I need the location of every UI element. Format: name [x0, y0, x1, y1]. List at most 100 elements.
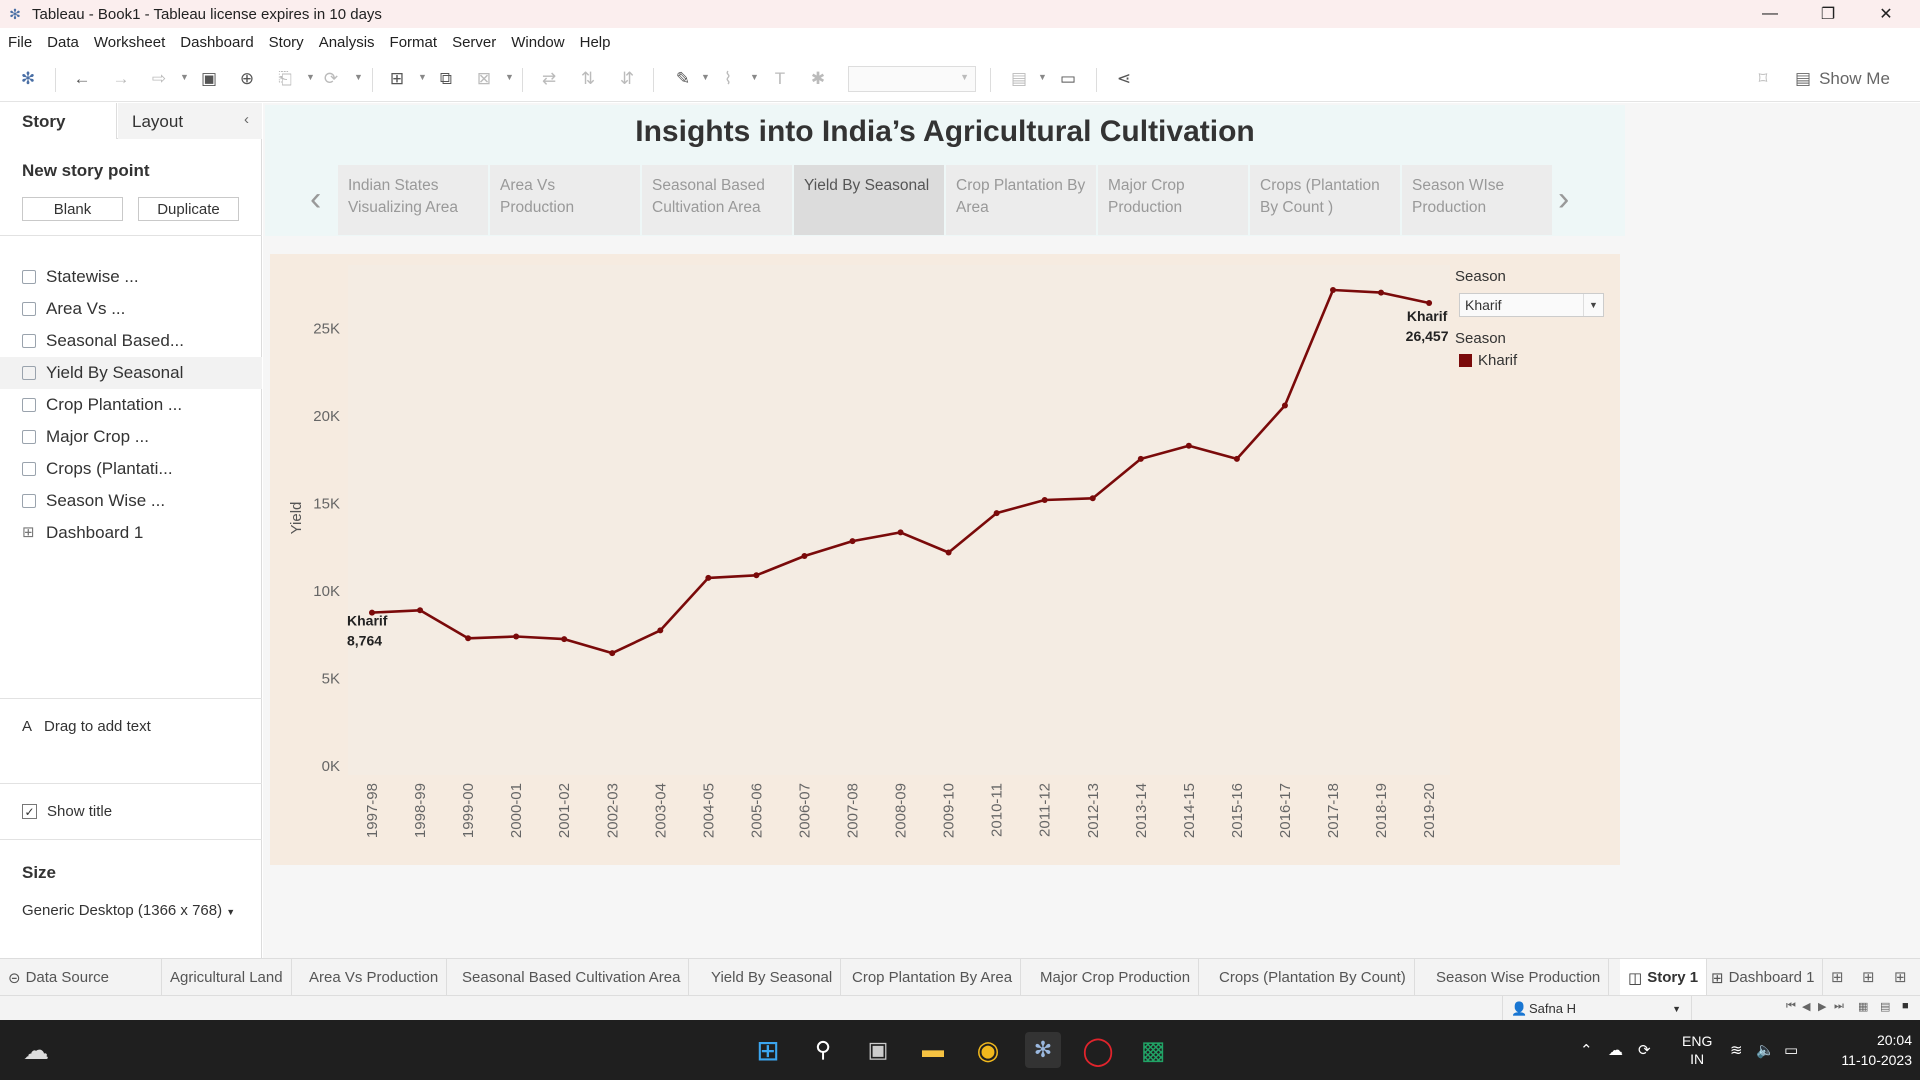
new-story-icon[interactable]: ⊞ — [1894, 968, 1907, 986]
y-tick-label: 20K — [313, 408, 340, 425]
opera-icon[interactable]: ◯ — [1080, 1032, 1116, 1068]
dashboard-tab[interactable]: ⊞ Dashboard 1 — [1703, 959, 1824, 996]
next-sheet-icon[interactable]: ▶ — [1818, 1000, 1826, 1013]
user-account-dropdown[interactable]: 👤 Safna H ▼ — [1502, 996, 1692, 1021]
data-point — [1281, 402, 1288, 409]
data-point — [1378, 289, 1385, 296]
x-tick-label: 2000-01 — [508, 783, 525, 838]
search-icon[interactable]: ⚲ — [805, 1032, 841, 1068]
yield-line-chart: 0K 5K 10K 15K 20K 25K Yield 1997-98 1998-99 1999-… — [288, 287, 1449, 838]
x-tick-label: 2003-04 — [652, 783, 669, 838]
user-name: Safna H — [1529, 1001, 1576, 1016]
tabs-view-icon[interactable]: ■ — [1902, 1000, 1909, 1012]
season-filter-value: Kharif — [1465, 297, 1502, 313]
sheet-tab[interactable]: Seasonal Based Cultivation Area — [454, 959, 690, 996]
story-tab[interactable]: ◫ Story 1 — [1620, 959, 1708, 996]
y-tick-label: 5K — [322, 671, 340, 688]
data-point — [513, 633, 520, 640]
data-point — [609, 650, 616, 657]
legend-swatch — [1459, 354, 1472, 367]
data-point — [753, 572, 760, 579]
x-tick-label: 2010-11 — [989, 783, 1006, 837]
sheet-tab[interactable]: Season Wise Production — [1428, 959, 1610, 996]
excel-icon[interactable]: ▩ — [1135, 1032, 1171, 1068]
filmstrip-icon[interactable]: ▤ — [1880, 1000, 1890, 1013]
battery-icon[interactable]: ▭ — [1784, 1020, 1798, 1080]
status-bar: 👤 Safna H ▼ ⏮ ◀ ▶ ⏭ ▦ ▤ ■ — [0, 995, 1920, 1021]
x-tick-label: 2006-07 — [796, 783, 813, 838]
previous-sheet-icon[interactable]: ◀ — [1802, 1000, 1810, 1013]
x-tick-label: 2018-19 — [1373, 783, 1390, 838]
new-dashboard-icon[interactable]: ⊞ — [1862, 968, 1875, 986]
last-sheet-icon[interactable]: ⏭ — [1834, 1000, 1844, 1013]
x-tick-label: 2017-18 — [1325, 783, 1342, 838]
file-explorer-icon[interactable]: ▬ — [915, 1032, 951, 1068]
story-icon: ◫ — [1628, 969, 1643, 987]
y-tick-label: 25K — [313, 321, 340, 338]
x-tick-label: 1999-00 — [460, 783, 477, 838]
x-tick-label: 1997-98 — [364, 783, 381, 838]
sheet-tab[interactable]: Crops (Plantation By Count) — [1211, 959, 1415, 996]
clock[interactable]: 20:04 11-10-2023 — [1820, 1030, 1912, 1070]
story-tab-label: Story 1 — [1647, 969, 1699, 986]
season-filter-dropdown[interactable]: Kharif ▼ — [1459, 293, 1604, 317]
data-point — [1089, 495, 1096, 502]
series-line-kharif — [371, 288, 1430, 655]
new-worksheet-icon[interactable]: ⊞ — [1831, 968, 1844, 986]
weather-icon[interactable]: ☁ — [18, 1032, 54, 1068]
data-source-tab[interactable]: ⊝ Data Source — [0, 959, 162, 996]
y-tick-label: 10K — [313, 583, 340, 600]
data-point — [945, 549, 952, 556]
data-point — [417, 607, 424, 614]
legend-item[interactable]: Kharif — [1459, 352, 1517, 369]
task-view-icon[interactable]: ▣ — [860, 1032, 896, 1068]
data-point — [1041, 497, 1048, 503]
wifi-icon[interactable]: ≋ — [1730, 1020, 1743, 1080]
season-filter-title: Season — [1455, 268, 1506, 285]
x-tick-label: 1998-99 — [412, 783, 429, 838]
x-tick-label: 2019-20 — [1421, 783, 1438, 838]
sync-icon[interactable]: ⟳ — [1638, 1020, 1651, 1080]
data-point — [561, 636, 568, 643]
x-tick-label: 2002-03 — [604, 783, 621, 838]
color-legend-title: Season — [1455, 330, 1506, 347]
region: IN — [1690, 1051, 1705, 1067]
x-tick-label: 2008-09 — [893, 783, 910, 838]
chrome-icon[interactable]: ◉ — [970, 1032, 1006, 1068]
data-point — [993, 510, 1000, 517]
dashboard-tab-label: Dashboard 1 — [1728, 969, 1815, 986]
sheet-tab[interactable]: Crop Plantation By Area — [844, 959, 1022, 996]
volume-icon[interactable]: 🔈 — [1756, 1020, 1775, 1080]
user-icon: 👤 — [1511, 1000, 1528, 1016]
annotation-series-label: Kharif — [1407, 308, 1448, 324]
x-tick-label: 2001-02 — [556, 783, 573, 838]
x-tick-label: 2009-10 — [941, 783, 958, 838]
first-sheet-icon[interactable]: ⏮ — [1786, 1000, 1796, 1013]
x-tick-label: 2013-14 — [1133, 783, 1150, 838]
sheet-sorter-icon[interactable]: ▦ — [1858, 1000, 1868, 1013]
windows-taskbar: ☁ ⊞ ⚲ ▣ ▬ ◉ ✻ ◯ ▩ ⌃ ☁ ⟳ ENG IN ≋ 🔈 ▭ 20:0… — [0, 1020, 1920, 1080]
sheet-tab[interactable]: Area Vs Production — [301, 959, 448, 996]
sheet-tabs-bar: ⊝ Data Source Agricultural Land Area Vs P… — [0, 958, 1920, 996]
sheet-tab[interactable]: Yield By Seasonal — [703, 959, 842, 996]
x-tick-label: 2014-15 — [1181, 783, 1198, 838]
data-point — [801, 553, 808, 559]
dashboard-icon: ⊞ — [1711, 969, 1724, 987]
sheet-tab[interactable]: Major Crop Production — [1032, 959, 1200, 996]
onedrive-icon[interactable]: ☁ — [1608, 1020, 1623, 1080]
show-hidden-icons-icon[interactable]: ⌃ — [1580, 1020, 1593, 1080]
x-tick-label: 2011-12 — [1037, 783, 1054, 837]
sheet-tab[interactable]: Agricultural Land — [162, 959, 292, 996]
language-indicator[interactable]: ENG IN — [1682, 1020, 1712, 1080]
data-point — [705, 574, 712, 581]
y-tick-label: 0K — [322, 758, 340, 775]
chevron-down-icon: ▼ — [1583, 294, 1603, 316]
data-point — [897, 529, 904, 536]
x-tick-label: 2015-16 — [1229, 783, 1246, 838]
data-point — [657, 627, 664, 634]
tableau-icon[interactable]: ✻ — [1025, 1032, 1061, 1068]
start-icon[interactable]: ⊞ — [750, 1032, 786, 1068]
x-tick-label: 2005-06 — [748, 783, 765, 838]
y-tick-label: 15K — [313, 496, 340, 513]
clock-time: 20:04 — [1876, 1032, 1912, 1048]
